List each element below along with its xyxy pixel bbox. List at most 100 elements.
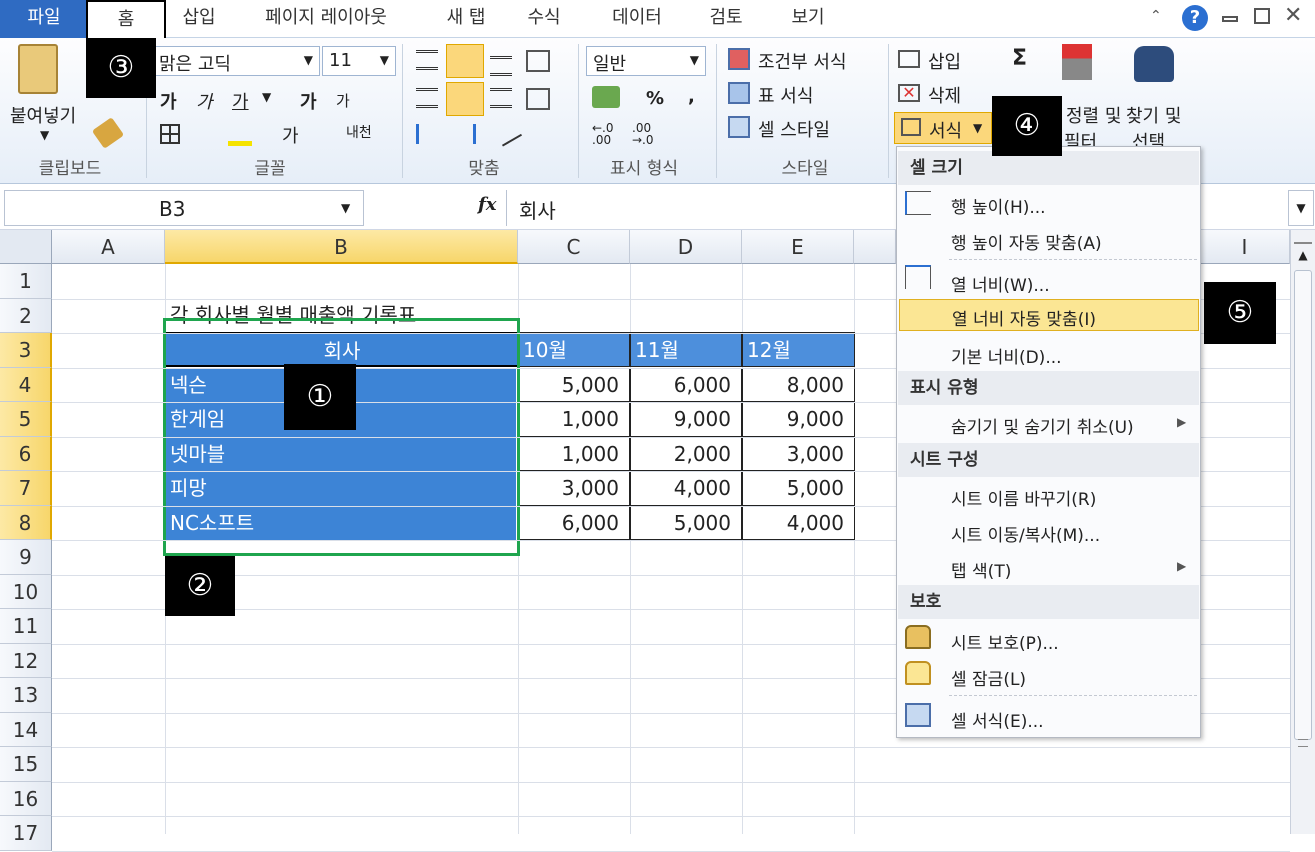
header-cell-oct[interactable]: 10월 xyxy=(518,332,630,367)
value-cell[interactable]: 5,000 xyxy=(742,471,855,506)
bold-button[interactable]: 가 xyxy=(160,88,177,114)
tab-new[interactable]: 새 탭 xyxy=(426,0,506,38)
value-cell[interactable]: 8,000 xyxy=(742,367,855,402)
phonetic-button[interactable]: 내천 xyxy=(346,122,372,142)
minimize-icon[interactable] xyxy=(1222,16,1238,22)
align-top-icon[interactable] xyxy=(416,50,438,70)
orientation-icon[interactable] xyxy=(495,123,523,147)
cell-style-button[interactable]: 셀 스타일 xyxy=(758,116,830,142)
format-painter-icon[interactable] xyxy=(91,117,125,149)
align-right-icon[interactable] xyxy=(490,88,512,108)
row-header[interactable]: 2 xyxy=(0,298,52,333)
underline-button[interactable]: 가 xyxy=(232,88,249,114)
column-header-d[interactable]: D xyxy=(630,230,742,264)
menu-item-move-copy[interactable]: 시트 이동/복사(M)... xyxy=(951,521,1100,546)
value-cell[interactable]: 3,000 xyxy=(742,436,855,471)
increase-indent-icon[interactable] xyxy=(454,124,476,144)
chevron-down-icon[interactable]: ▼ xyxy=(341,201,350,215)
scroll-up-icon[interactable]: ▲ xyxy=(1295,248,1311,264)
tab-page-layout[interactable]: 페이지 레이아웃 xyxy=(246,0,406,38)
align-middle-button[interactable] xyxy=(446,44,484,78)
header-cell-dec[interactable]: 12월 xyxy=(742,332,855,367)
tab-view[interactable]: 보기 xyxy=(776,0,840,38)
tab-review[interactable]: 검토 xyxy=(694,0,758,38)
percent-button[interactable]: % xyxy=(646,88,664,109)
scroll-thumb[interactable] xyxy=(1294,270,1312,747)
column-header-b[interactable]: B xyxy=(165,230,518,264)
grow-font-button[interactable]: 가 xyxy=(300,88,317,114)
row-header[interactable]: 7 xyxy=(0,471,52,506)
tab-data[interactable]: 데이터 xyxy=(596,0,678,38)
value-cell[interactable]: 1,000 xyxy=(518,436,630,471)
paste-button[interactable]: 붙여넣기 xyxy=(10,102,76,128)
column-header-i[interactable]: I xyxy=(1200,230,1290,264)
value-cell[interactable]: 1,000 xyxy=(518,402,630,437)
name-box[interactable]: B3 ▼ xyxy=(4,190,364,226)
insert-cells-button[interactable]: 삽입 xyxy=(928,48,961,74)
select-all-corner[interactable] xyxy=(0,230,52,264)
delete-cells-button[interactable]: 삭제 xyxy=(928,82,961,108)
value-cell[interactable]: 6,000 xyxy=(518,505,630,540)
row-header[interactable]: 11 xyxy=(0,609,52,644)
font-size-select[interactable]: 11 ▼ xyxy=(322,46,396,76)
value-cell[interactable]: 4,000 xyxy=(742,505,855,540)
paste-dropdown-icon[interactable]: ▼ xyxy=(40,128,49,142)
comma-button[interactable]: , xyxy=(688,86,695,107)
fx-icon[interactable]: fx xyxy=(478,194,496,215)
merge-center-icon[interactable] xyxy=(526,88,550,110)
find-select-button[interactable]: 찾기 및 xyxy=(1126,102,1181,128)
menu-item-column-width[interactable]: 열 너비(W)... xyxy=(951,271,1050,296)
row-header[interactable]: 14 xyxy=(0,712,52,747)
row-header[interactable]: 9 xyxy=(0,540,52,575)
currency-icon[interactable] xyxy=(592,86,620,108)
table-format-button[interactable]: 표 서식 xyxy=(758,82,813,108)
align-left-icon[interactable] xyxy=(416,88,438,108)
decrease-indent-icon[interactable] xyxy=(416,124,438,144)
value-cell[interactable]: 9,000 xyxy=(630,402,742,437)
row-header[interactable]: 6 xyxy=(0,436,52,471)
format-button[interactable]: 서식 ▼ xyxy=(894,112,992,144)
tab-insert[interactable]: 삽입 xyxy=(166,0,232,38)
row-header[interactable]: 13 xyxy=(0,678,52,713)
menu-item-protect-sheet[interactable]: 시트 보호(P)... xyxy=(951,629,1059,654)
row-header[interactable]: 17 xyxy=(0,816,52,851)
find-select-icon[interactable] xyxy=(1134,46,1174,82)
header-cell-nov[interactable]: 11월 xyxy=(630,332,742,367)
vertical-scrollbar[interactable]: ▲ xyxy=(1290,230,1315,834)
row-header[interactable]: 5 xyxy=(0,402,52,437)
increase-decimal-button[interactable]: ←.0.00 xyxy=(592,122,620,146)
autosum-button[interactable]: Σ xyxy=(1012,46,1027,71)
borders-icon[interactable] xyxy=(160,124,180,144)
font-name-select[interactable]: 맑은 고딕 ▼ xyxy=(154,46,320,76)
restore-icon[interactable] xyxy=(1254,8,1270,24)
menu-item-row-autofit[interactable]: 행 높이 자동 맞춤(A) xyxy=(951,229,1102,254)
row-header[interactable]: 15 xyxy=(0,747,52,782)
value-cell[interactable]: 9,000 xyxy=(742,402,855,437)
value-cell[interactable]: 2,000 xyxy=(630,436,742,471)
column-header-a[interactable]: A xyxy=(52,230,165,264)
row-header[interactable]: 10 xyxy=(0,574,52,609)
menu-item-default-width[interactable]: 기본 너비(D)... xyxy=(951,343,1062,368)
row-header[interactable]: 3 xyxy=(0,333,52,368)
close-icon[interactable]: ✕ xyxy=(1284,3,1306,29)
menu-item-column-autofit[interactable]: 열 너비 자동 맞춤(I) xyxy=(899,299,1199,331)
number-format-select[interactable]: 일반 ▼ xyxy=(586,46,706,76)
row-header[interactable]: 12 xyxy=(0,643,52,678)
menu-item-row-height[interactable]: 행 높이(H)... xyxy=(951,193,1046,218)
value-cell[interactable]: 6,000 xyxy=(630,367,742,402)
menu-item-lock-cell[interactable]: 셀 잠금(L) xyxy=(951,665,1026,690)
italic-button[interactable]: 가 xyxy=(196,88,213,114)
sort-filter-icon[interactable] xyxy=(1062,44,1092,80)
collapse-ribbon-icon[interactable]: ⌃ xyxy=(1150,8,1166,24)
underline-dropdown-icon[interactable]: ▼ xyxy=(262,90,271,104)
align-center-button[interactable] xyxy=(446,82,484,116)
menu-item-tab-color[interactable]: 탭 색(T) xyxy=(951,557,1011,582)
row-header[interactable]: 16 xyxy=(0,781,52,816)
help-icon[interactable]: ? xyxy=(1182,5,1208,31)
row-header[interactable]: 8 xyxy=(0,505,52,540)
fill-color-icon[interactable] xyxy=(228,122,252,146)
wrap-text-icon[interactable] xyxy=(526,50,550,72)
tab-home[interactable]: 홈 xyxy=(86,0,166,38)
font-color-button[interactable]: 가 xyxy=(282,122,299,148)
shrink-font-button[interactable]: 가 xyxy=(336,90,350,111)
